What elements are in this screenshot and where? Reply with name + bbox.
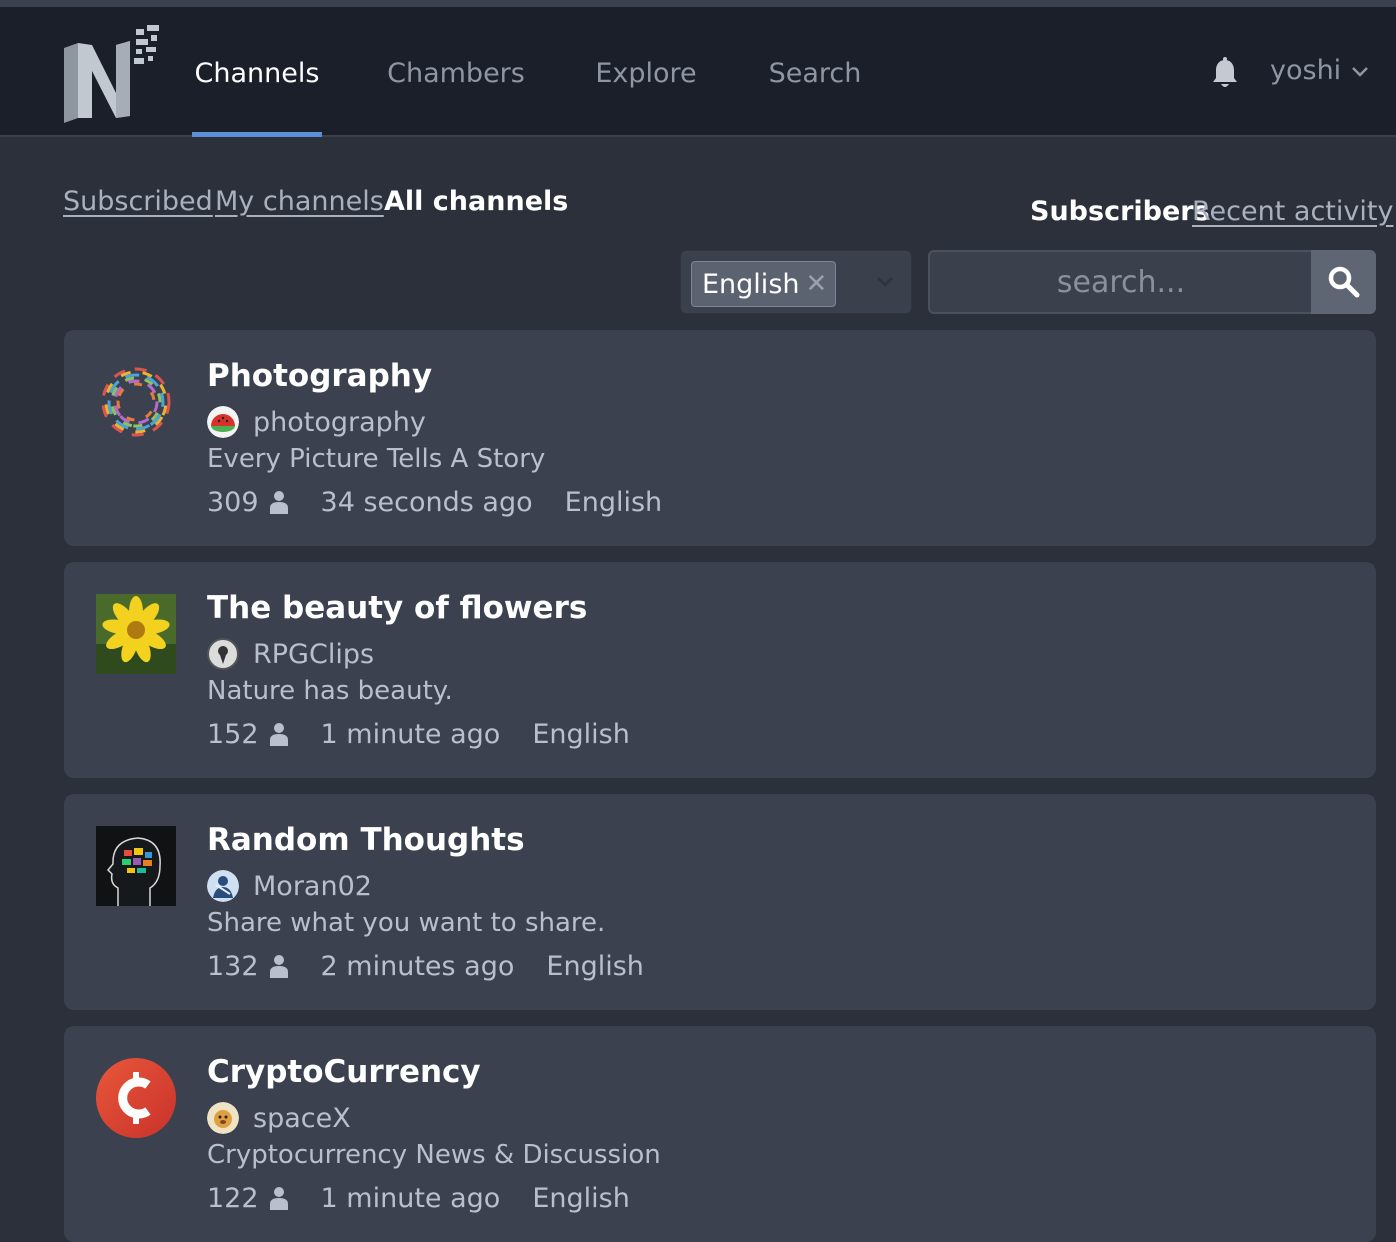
search-icon: [1328, 266, 1359, 298]
channel-language: English: [546, 950, 644, 982]
last-activity: 2 minutes ago: [320, 950, 515, 982]
user-icon: [269, 1187, 288, 1210]
nav-explore[interactable]: Explore: [586, 7, 706, 137]
channel-card-photography[interactable]: Photography photography Every Picture Te…: [64, 330, 1376, 546]
channel-language: English: [564, 486, 663, 518]
channel-owner[interactable]: Moran02: [207, 868, 372, 904]
owner-name: RPGClips: [253, 638, 375, 670]
owner-name: photography: [253, 406, 426, 438]
owner-avatar: [207, 870, 239, 902]
user-icon: [269, 723, 288, 746]
channel-description: Cryptocurrency News & Discussion: [207, 1140, 661, 1170]
remove-tag-icon[interactable]: ✕: [806, 271, 828, 297]
thoughts-channel-avatar: [96, 826, 176, 906]
channel-language: English: [532, 718, 630, 750]
chevron-down-icon[interactable]: [1350, 65, 1370, 79]
channel-language: English: [532, 1182, 630, 1214]
owner-avatar: [207, 638, 239, 670]
flower-channel-avatar: [96, 594, 176, 674]
language-tag: English ✕: [691, 261, 837, 307]
channel-description: Nature has beauty.: [207, 676, 453, 706]
owner-name: spaceX: [253, 1102, 351, 1134]
user-icon: [269, 491, 288, 514]
last-activity: 1 minute ago: [320, 718, 501, 750]
channel-owner[interactable]: spaceX: [207, 1100, 351, 1136]
owner-avatar: [207, 1102, 239, 1134]
channel-meta: 309 34 seconds ago English: [207, 484, 662, 520]
user-icon: [269, 955, 288, 978]
channel-card-flowers[interactable]: The beauty of flowers RPGClips Nature ha…: [64, 562, 1376, 778]
search-button[interactable]: [1311, 250, 1376, 314]
last-activity: 34 seconds ago: [320, 486, 533, 518]
sort-recent-activity[interactable]: Recent activity: [1192, 196, 1393, 227]
top-strip: [0, 0, 1396, 7]
app-logo[interactable]: [62, 23, 162, 123]
channel-card-cryptocurrency[interactable]: CryptoCurrency spaceX Cryptocurrency New…: [64, 1026, 1376, 1242]
owner-avatar: [207, 406, 239, 438]
nav-channels[interactable]: Channels: [192, 7, 322, 137]
crypto-channel-avatar: [96, 1058, 176, 1138]
search-input[interactable]: [928, 250, 1312, 314]
subscriber-count: 132: [207, 950, 259, 982]
channel-meta: 152 1 minute ago English: [207, 716, 630, 752]
channel-meta: 122 1 minute ago English: [207, 1180, 630, 1216]
subscriber-count: 309: [207, 486, 259, 518]
chevron-down-icon[interactable]: [876, 275, 894, 289]
channel-title[interactable]: CryptoCurrency: [207, 1054, 481, 1090]
last-activity: 1 minute ago: [320, 1182, 501, 1214]
channel-card-random-thoughts[interactable]: Random Thoughts Moran02 Share what you w…: [64, 794, 1376, 1010]
filter-my-channels[interactable]: My channels: [215, 186, 384, 217]
channel-description: Share what you want to share.: [207, 908, 606, 938]
channel-meta: 132 2 minutes ago English: [207, 948, 644, 984]
subscriber-count: 122: [207, 1182, 259, 1214]
bell-icon[interactable]: [1210, 57, 1240, 91]
active-tab-indicator: [192, 132, 322, 137]
channel-title[interactable]: The beauty of flowers: [207, 590, 587, 626]
channel-title[interactable]: Photography: [207, 358, 432, 394]
channel-title[interactable]: Random Thoughts: [207, 822, 525, 858]
language-tag-label: English: [702, 268, 800, 300]
user-menu[interactable]: yoshi: [1270, 55, 1341, 86]
channel-owner[interactable]: photography: [207, 404, 426, 440]
channel-description: Every Picture Tells A Story: [207, 444, 546, 474]
owner-name: Moran02: [253, 870, 372, 902]
subscriber-count: 152: [207, 718, 259, 750]
filter-all-channels[interactable]: All channels: [384, 186, 568, 217]
filter-subscribed[interactable]: Subscribed: [63, 186, 213, 217]
navbar: Channels Chambers Explore Search yoshi: [0, 7, 1396, 137]
nav-search[interactable]: Search: [760, 7, 870, 137]
sort-subscribers[interactable]: Subscribers: [1030, 196, 1210, 227]
photography-channel-avatar: [96, 362, 176, 442]
nav-chambers[interactable]: Chambers: [380, 7, 532, 137]
channel-owner[interactable]: RPGClips: [207, 636, 374, 672]
